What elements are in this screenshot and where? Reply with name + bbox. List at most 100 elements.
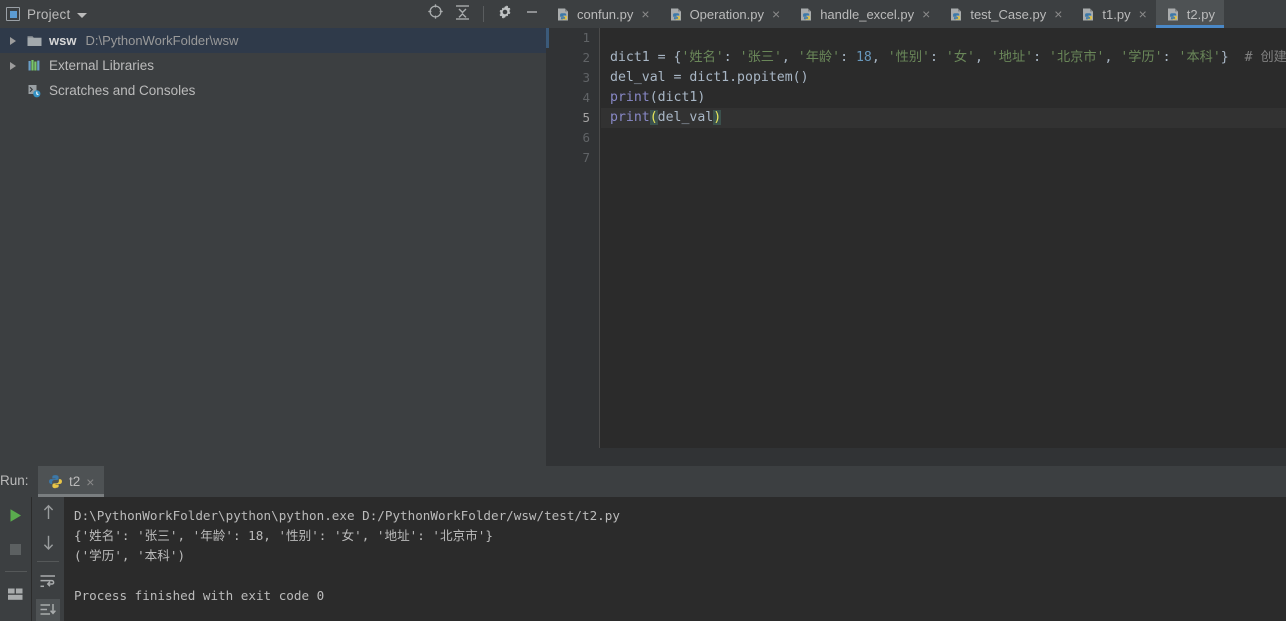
- project-header-actions: [427, 0, 540, 28]
- layout-button[interactable]: [4, 582, 28, 606]
- line-number: 2: [582, 50, 590, 65]
- soft-wrap-button[interactable]: [36, 570, 60, 592]
- code-line-7[interactable]: [601, 148, 1286, 168]
- close-icon[interactable]: ×: [86, 474, 94, 490]
- console-output[interactable]: D:\PythonWorkFolder\python\python.exe D:…: [64, 497, 1286, 621]
- project-panel-title: Project: [27, 6, 71, 22]
- expand-arrow-icon[interactable]: [6, 36, 20, 45]
- code-token: :: [723, 50, 740, 65]
- project-window-icon: [6, 7, 20, 21]
- tree-node-external-libraries[interactable]: External Libraries: [0, 53, 546, 78]
- code-line-5[interactable]: print(del_val): [601, 108, 1286, 128]
- code-token: del_val: [610, 70, 674, 85]
- python-file-icon: [949, 7, 964, 22]
- python-icon: [48, 474, 63, 489]
- project-tool-window: Project wsw D:\PythonWorkFolder\wsw Exte…: [0, 0, 546, 466]
- code-token: (dict1): [649, 90, 706, 105]
- chevron-down-icon[interactable]: [77, 12, 88, 18]
- close-icon[interactable]: ×: [922, 7, 930, 21]
- code-line-2[interactable]: dict1 = {'姓名': '张三', '年龄': 18, '性别': '女'…: [601, 48, 1286, 68]
- close-icon[interactable]: ×: [1139, 7, 1147, 21]
- tree-node-wsw[interactable]: wsw D:\PythonWorkFolder\wsw: [0, 28, 546, 53]
- toolbar-divider: [37, 561, 59, 562]
- run-tab-label: t2: [69, 474, 81, 489]
- code-editor[interactable]: 1 2 3 4 5 6 7 dict1 = {'姓名': '张三', '年龄':…: [546, 28, 1286, 448]
- console-line-3: ('学历', '本科'): [74, 548, 186, 563]
- project-title-group[interactable]: Project: [0, 6, 88, 22]
- code-token: dict1.popitem(): [689, 70, 809, 85]
- run-panel-body: D:\PythonWorkFolder\python\python.exe D:…: [0, 497, 1286, 621]
- editor-tab-test-case[interactable]: test_Case.py ×: [939, 0, 1071, 28]
- code-line-3[interactable]: del_val = dict1.popitem(): [601, 68, 1286, 88]
- line-number-current: 5: [582, 110, 590, 125]
- code-token: ,: [781, 50, 798, 65]
- close-icon[interactable]: ×: [641, 7, 649, 21]
- editor-tab-bar: confun.py × Operation.py × handle_excel.…: [546, 0, 1286, 28]
- line-number: 6: [582, 130, 590, 145]
- line-number: 4: [582, 90, 590, 105]
- editor-tab-label: Operation.py: [689, 6, 764, 22]
- code-token: :: [1033, 50, 1050, 65]
- code-lines[interactable]: dict1 = {'姓名': '张三', '年龄': 18, '性别': '女'…: [601, 28, 1286, 448]
- python-file-icon: [556, 7, 571, 22]
- python-file-icon: [1081, 7, 1096, 22]
- toolbar-divider: [483, 6, 484, 22]
- console-line-4: [74, 566, 1286, 586]
- editor-bottom-strip: [546, 448, 1286, 466]
- settings-gear-icon[interactable]: [497, 4, 513, 25]
- run-tool-window: Run: t2 × D:\PythonWorkFolder\python\pyt…: [0, 466, 1286, 621]
- code-token: '女': [945, 50, 975, 65]
- code-token: print: [610, 110, 650, 125]
- code-token: ,: [974, 50, 991, 65]
- code-token: '地址': [990, 50, 1034, 65]
- code-line-1[interactable]: [601, 28, 1286, 48]
- collapse-all-icon[interactable]: [455, 4, 470, 25]
- code-token: '北京市': [1049, 50, 1105, 65]
- prev-occurrence-button[interactable]: [36, 502, 60, 524]
- tree-node-path: D:\PythonWorkFolder\wsw: [85, 33, 239, 48]
- editor-tab-operation[interactable]: Operation.py ×: [659, 0, 790, 28]
- code-token: dict1: [610, 50, 658, 65]
- run-configuration-tab[interactable]: t2 ×: [38, 466, 105, 497]
- code-line-6[interactable]: [601, 128, 1286, 148]
- project-panel-header: Project: [0, 0, 546, 28]
- pycharm-window: Project wsw D:\PythonWorkFolder\wsw Exte…: [0, 0, 1286, 621]
- hide-panel-icon[interactable]: [524, 4, 540, 25]
- editor-tab-label: t2.py: [1186, 6, 1215, 22]
- console-line-5: Process finished with exit code 0: [74, 588, 325, 603]
- code-token: '性别': [887, 50, 930, 65]
- code-token: ): [713, 110, 722, 125]
- close-icon[interactable]: ×: [1054, 7, 1062, 21]
- tree-node-label: Scratches and Consoles: [49, 83, 196, 98]
- run-button[interactable]: [4, 503, 28, 527]
- expand-arrow-icon[interactable]: [6, 61, 20, 70]
- editor-tab-t1[interactable]: t1.py ×: [1071, 0, 1155, 28]
- stop-button[interactable]: [4, 537, 28, 561]
- editor-tab-confun[interactable]: confun.py ×: [546, 0, 659, 28]
- code-token: del_val: [657, 110, 714, 125]
- editor-tab-label: confun.py: [577, 6, 634, 22]
- editor-tab-label: handle_excel.py: [820, 6, 915, 22]
- close-icon[interactable]: ×: [772, 7, 780, 21]
- tree-node-scratches-and-consoles[interactable]: Scratches and Consoles: [0, 78, 546, 103]
- editor-tab-handle-excel[interactable]: handle_excel.py ×: [789, 0, 939, 28]
- console-line-1: D:\PythonWorkFolder\python\python.exe D:…: [74, 508, 620, 523]
- editor-tab-t2[interactable]: t2.py: [1155, 0, 1224, 28]
- code-token: ,: [871, 50, 888, 65]
- code-token: '学历': [1120, 50, 1163, 65]
- line-number-gutter: 1 2 3 4 5 6 7: [546, 28, 600, 448]
- next-occurrence-button[interactable]: [36, 532, 60, 554]
- scratches-clock-icon: [26, 84, 43, 98]
- code-token: '姓名': [681, 50, 724, 65]
- code-line-4[interactable]: print(dict1): [601, 88, 1286, 108]
- code-token: print: [610, 90, 650, 105]
- toolbar-divider: [4, 571, 27, 572]
- editor-tab-label: test_Case.py: [970, 6, 1047, 22]
- scroll-to-end-button[interactable]: [36, 599, 60, 621]
- library-bars-icon: [26, 59, 43, 72]
- console-line-2: {'姓名': '张三', '年龄': 18, '性别': '女', '地址': …: [74, 528, 493, 543]
- code-token: :: [1162, 50, 1179, 65]
- locate-target-icon[interactable]: [427, 3, 444, 25]
- python-file-icon: [1166, 7, 1181, 22]
- code-token: '本科': [1178, 50, 1221, 65]
